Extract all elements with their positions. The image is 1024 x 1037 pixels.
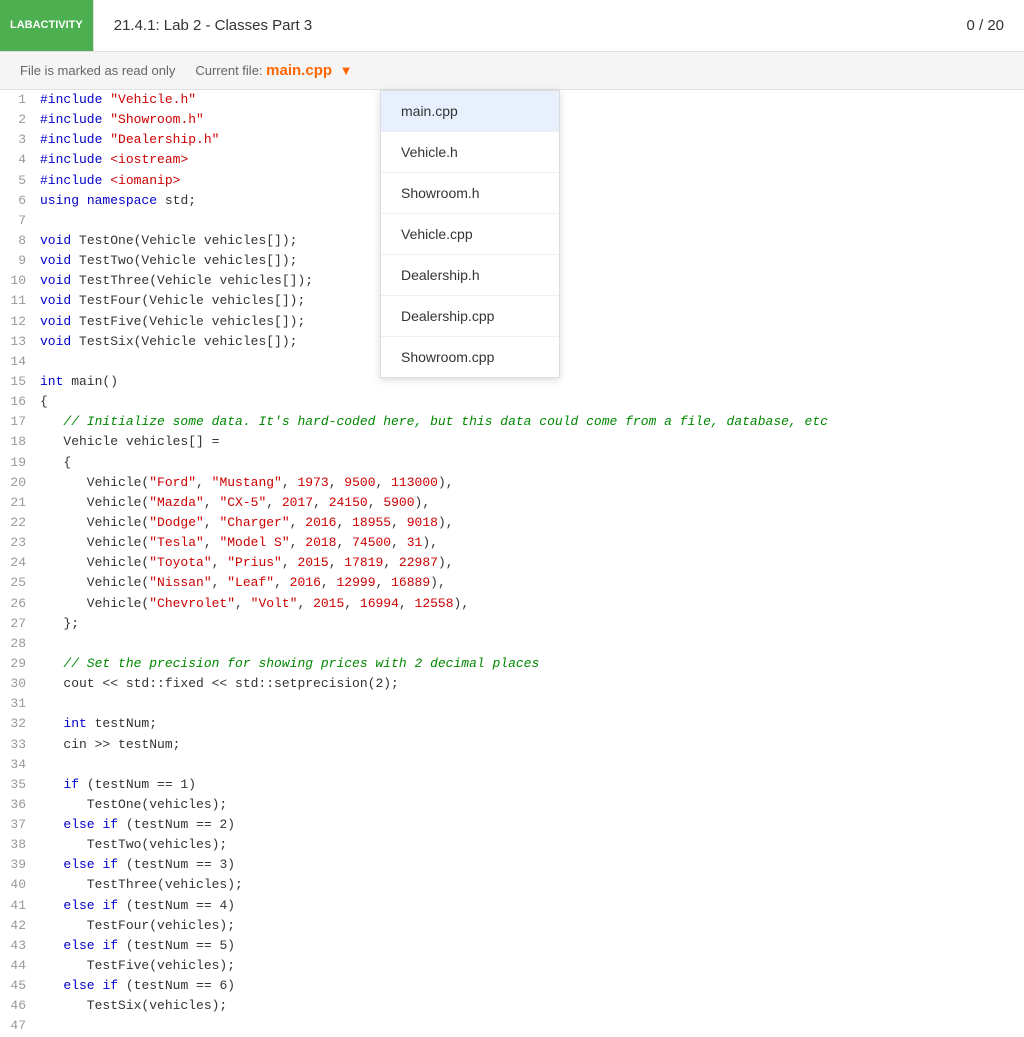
table-row: 22 Vehicle("Dodge", "Charger", 2016, 189… — [0, 513, 1024, 533]
table-row: 40 TestThree(vehicles); — [0, 875, 1024, 895]
table-row: 17 // Initialize some data. It's hard-co… — [0, 412, 1024, 432]
dropdown-item-vehicle-h[interactable]: Vehicle.h — [381, 132, 559, 173]
table-row: 31 — [0, 694, 1024, 714]
table-row: 39 else if (testNum == 3) — [0, 855, 1024, 875]
table-row: 20 Vehicle("Ford", "Mustang", 1973, 9500… — [0, 473, 1024, 493]
table-row: 41 else if (testNum == 4) — [0, 896, 1024, 916]
table-row: 26 Vehicle("Chevrolet", "Volt", 2015, 16… — [0, 594, 1024, 614]
current-file-name[interactable]: main.cpp — [266, 62, 332, 79]
table-row: 34 — [0, 755, 1024, 775]
table-row: 16 { — [0, 392, 1024, 412]
table-row: 38 TestTwo(vehicles); — [0, 835, 1024, 855]
main-area: 1 #include "Vehicle.h" 2 #include "Showr… — [0, 90, 1024, 1037]
table-row: 18 Vehicle vehicles[] = — [0, 432, 1024, 452]
table-row: 45 else if (testNum == 6) — [0, 976, 1024, 996]
dropdown-item-showroom-cpp[interactable]: Showroom.cpp — [381, 337, 559, 377]
dropdown-item-dealership-cpp[interactable]: Dealership.cpp — [381, 296, 559, 337]
table-row: 24 Vehicle("Toyota", "Prius", 2015, 1781… — [0, 553, 1024, 573]
header-title: 21.4.1: Lab 2 - Classes Part 3 — [94, 17, 967, 34]
table-row: 29 // Set the precision for showing pric… — [0, 654, 1024, 674]
table-row: 32 int testNum; — [0, 714, 1024, 734]
file-dropdown-arrow[interactable]: ▼ — [340, 63, 353, 78]
table-row: 30 cout << std::fixed << std::setprecisi… — [0, 674, 1024, 694]
table-row: 33 cin >> testNum; — [0, 735, 1024, 755]
header-score: 0 / 20 — [966, 17, 1024, 34]
table-row: 19 { — [0, 453, 1024, 473]
dropdown-item-dealership-h[interactable]: Dealership.h — [381, 255, 559, 296]
lab-badge: LAB ACTIVITY — [0, 0, 93, 51]
table-row: 43 else if (testNum == 5) — [0, 936, 1024, 956]
table-row: 23 Vehicle("Tesla", "Model S", 2018, 745… — [0, 533, 1024, 553]
table-row: 35 if (testNum == 1) — [0, 775, 1024, 795]
readonly-label: File is marked as read only — [20, 63, 175, 78]
dropdown-item-vehicle-cpp[interactable]: Vehicle.cpp — [381, 214, 559, 255]
toolbar: File is marked as read only Current file… — [0, 52, 1024, 90]
table-row: 44 TestFive(vehicles); — [0, 956, 1024, 976]
table-row: 36 TestOne(vehicles); — [0, 795, 1024, 815]
current-file-label-text: Current file: main.cpp ▼ — [195, 62, 352, 79]
table-row: 28 — [0, 634, 1024, 654]
table-row: 21 Vehicle("Mazda", "CX-5", 2017, 24150,… — [0, 493, 1024, 513]
table-row: 42 TestFour(vehicles); — [0, 916, 1024, 936]
table-row: 47 — [0, 1016, 1024, 1036]
dropdown-item-main-cpp[interactable]: main.cpp — [381, 91, 559, 132]
file-dropdown[interactable]: main.cpp Vehicle.h Showroom.h Vehicle.cp… — [380, 90, 560, 378]
table-row: 37 else if (testNum == 2) — [0, 815, 1024, 835]
header: LAB ACTIVITY 21.4.1: Lab 2 - Classes Par… — [0, 0, 1024, 52]
table-row: 25 Vehicle("Nissan", "Leaf", 2016, 12999… — [0, 573, 1024, 593]
table-row: 46 TestSix(vehicles); — [0, 996, 1024, 1016]
table-row: 27 }; — [0, 614, 1024, 634]
dropdown-item-showroom-h[interactable]: Showroom.h — [381, 173, 559, 214]
